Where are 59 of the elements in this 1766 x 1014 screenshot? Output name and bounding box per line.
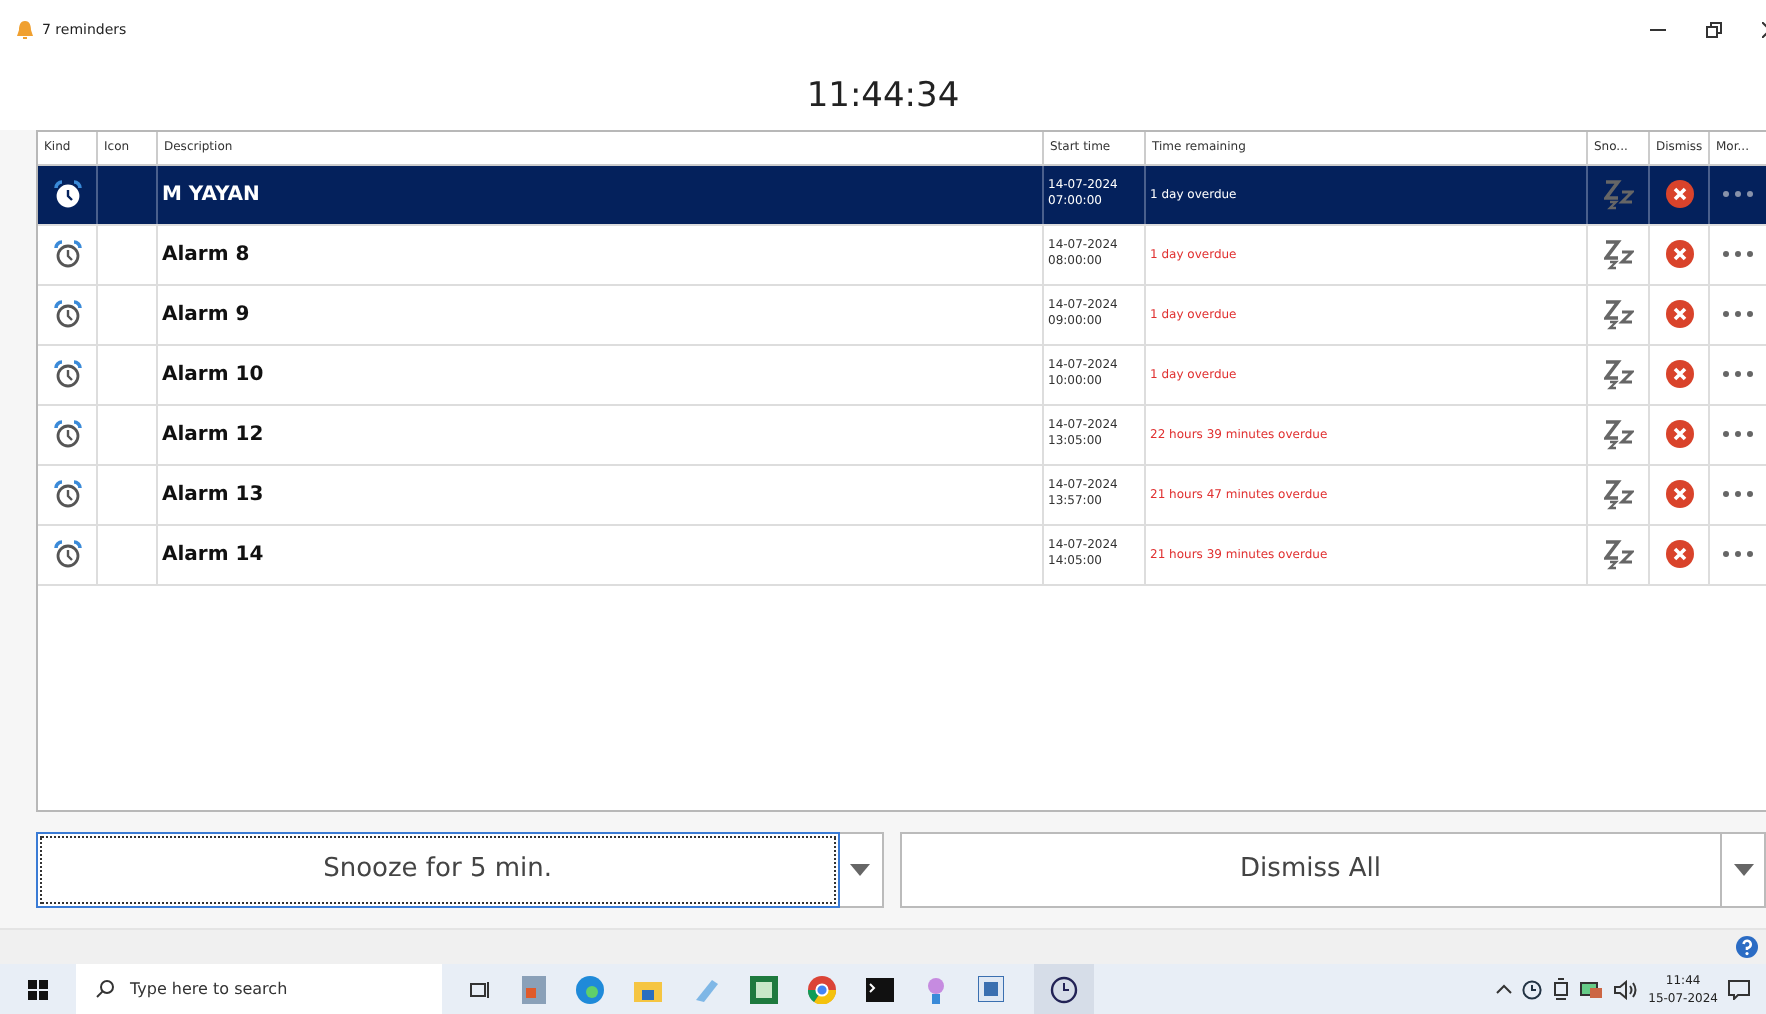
alarm-clock-icon [53, 360, 81, 389]
active-clock-app[interactable] [1034, 964, 1094, 1014]
more-icon[interactable] [1722, 430, 1754, 439]
more-icon[interactable] [1722, 550, 1754, 559]
network-icon[interactable] [1580, 979, 1605, 999]
alarm-clock-icon [53, 420, 81, 449]
dismiss-all-button[interactable]: Dismiss All [899, 831, 1722, 908]
description-text: Alarm 14 [162, 543, 264, 566]
device-icon[interactable] [1552, 978, 1571, 1000]
taskbar-search-field[interactable]: Type here to search [76, 964, 442, 1014]
alarm-clock-icon [53, 180, 81, 209]
notification-icon[interactable] [1728, 979, 1750, 999]
caret-icon [1733, 863, 1753, 876]
description-text: M YAYAN [162, 183, 260, 206]
snooze-icon[interactable] [1603, 179, 1633, 210]
speaker-icon[interactable] [1614, 979, 1639, 999]
chevron-up-icon[interactable] [1496, 984, 1513, 994]
dismiss-dropdown-button[interactable] [1722, 831, 1766, 908]
alarm-clock-icon [53, 540, 81, 569]
snooze-button[interactable]: Snooze for 5 min. [36, 831, 840, 908]
snooze-icon[interactable] [1603, 539, 1633, 570]
clock-time: 11:44:34 [0, 61, 1766, 130]
snooze-icon[interactable] [1603, 239, 1633, 270]
alarm-clock-icon [53, 240, 81, 269]
windows-start-icon[interactable] [28, 979, 48, 999]
folder-icon[interactable] [634, 977, 662, 1001]
app-icon[interactable] [978, 976, 1004, 1002]
dismiss-icon[interactable] [1665, 180, 1693, 209]
snooze-icon[interactable] [1603, 419, 1633, 450]
more-icon[interactable] [1722, 190, 1754, 199]
more-icon[interactable] [1722, 490, 1754, 499]
clock-icon[interactable] [1522, 979, 1543, 999]
app-icon[interactable] [522, 975, 546, 1003]
description-text: Alarm 8 [162, 243, 250, 266]
terminal-icon[interactable] [866, 977, 894, 1001]
description-text: Alarm 10 [162, 363, 264, 386]
more-icon[interactable] [1722, 370, 1754, 379]
alarm-clock-icon [53, 480, 81, 509]
more-icon[interactable] [1722, 310, 1754, 319]
spreadsheet-icon[interactable] [750, 975, 778, 1003]
task-view-icon[interactable] [470, 979, 492, 999]
chrome-icon[interactable] [808, 975, 836, 1003]
more-icon[interactable] [1722, 250, 1754, 259]
snooze-icon[interactable] [1603, 299, 1633, 330]
snooze-icon[interactable] [1603, 359, 1633, 390]
snooze-icon[interactable] [1603, 479, 1633, 510]
help-icon[interactable] [1736, 935, 1758, 958]
alarm-clock-icon [53, 300, 81, 329]
description-text: Alarm 13 [162, 483, 264, 506]
clock-icon [1050, 975, 1078, 1003]
browser-icon[interactable] [576, 975, 604, 1003]
description-text: Alarm 9 [162, 303, 250, 326]
snooze-dropdown-button[interactable] [839, 831, 884, 908]
app-icon[interactable] [924, 975, 948, 1003]
caret-icon [850, 863, 871, 876]
search-icon [96, 980, 114, 998]
restore-icon[interactable] [1706, 22, 1722, 39]
description-text: Alarm 12 [162, 423, 264, 446]
bell-icon [16, 20, 34, 41]
